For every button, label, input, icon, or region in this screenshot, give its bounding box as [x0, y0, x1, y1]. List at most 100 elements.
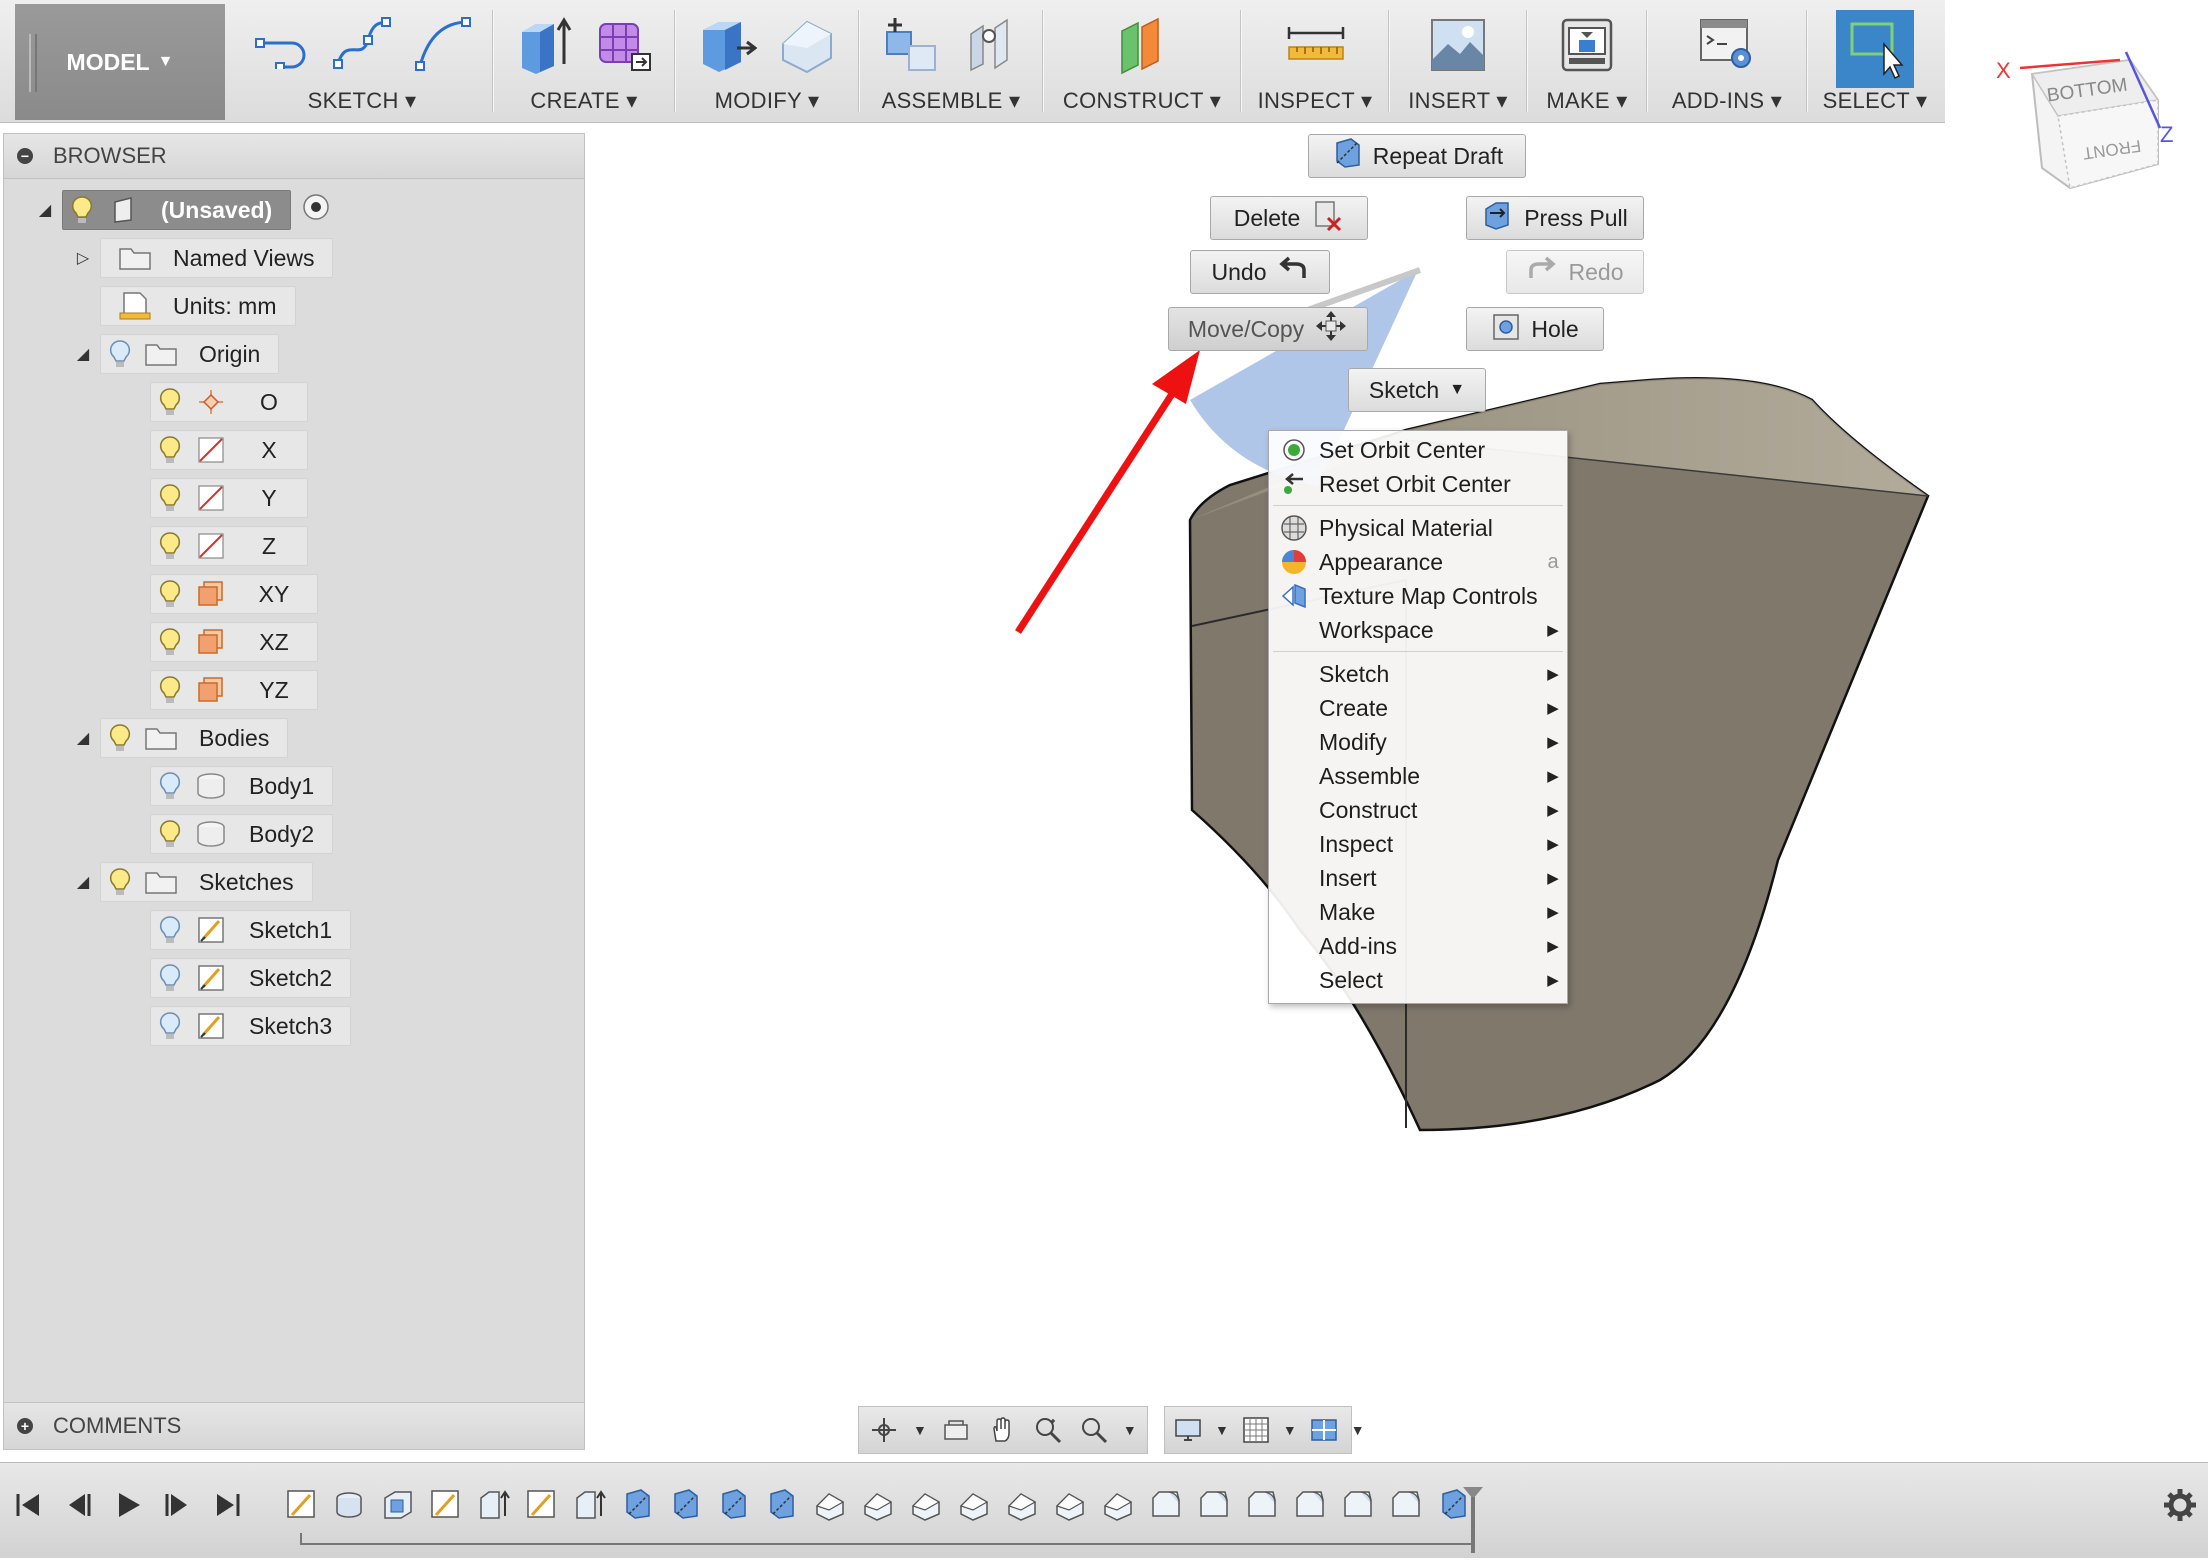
expand-icon[interactable]: + [17, 1418, 33, 1434]
collapse-icon[interactable]: − [17, 148, 33, 164]
spline-tool-icon[interactable] [332, 14, 392, 74]
press-pull-icon[interactable] [697, 14, 757, 74]
expand-triangle-icon[interactable]: ◢ [72, 344, 94, 364]
lightbulb-icon[interactable] [157, 434, 183, 466]
timeline-fillet-feature-icon[interactable] [956, 1487, 992, 1523]
chevron-down-icon[interactable]: ▼ [913, 1422, 927, 1438]
timeline-sketch-feature-icon[interactable] [524, 1487, 560, 1523]
timeline-chamfer-feature-icon[interactable] [1196, 1487, 1232, 1523]
workspace-switcher-button[interactable]: MODEL ▼ [15, 4, 225, 120]
toolbar-grip[interactable] [29, 34, 37, 92]
menu-item-inspect[interactable]: Inspect ▶ [1269, 827, 1567, 861]
orbit-icon[interactable] [867, 1413, 901, 1447]
lightbulb-icon[interactable] [157, 674, 183, 706]
new-component-icon[interactable] [881, 14, 941, 74]
tree-sketches[interactable]: ◢ Sketches [72, 862, 313, 902]
sketch-group[interactable]: SKETCH ▾ [232, 0, 492, 122]
timeline-extrude-feature-icon[interactable] [572, 1487, 608, 1523]
press-pull-button[interactable]: Press Pull [1466, 196, 1644, 240]
tree-named-views[interactable]: ▷ Named Views [72, 238, 334, 278]
timeline-revolve-feature-icon[interactable] [332, 1487, 368, 1523]
arc-tool-icon[interactable] [412, 14, 472, 74]
move-copy-button[interactable]: Move/Copy [1168, 307, 1368, 351]
timeline-settings-gear-icon[interactable] [2160, 1485, 2200, 1530]
tree-units[interactable]: Units: mm [100, 286, 296, 326]
menu-item-sketch[interactable]: Sketch ▶ [1269, 657, 1567, 691]
construct-group[interactable]: CONSTRUCT ▾ [1044, 0, 1240, 122]
comments-panel[interactable]: + COMMENTS [3, 1402, 585, 1450]
timeline-chamfer-feature-icon[interactable] [1148, 1487, 1184, 1523]
menu-item-texture-map-controls[interactable]: Texture Map Controls [1269, 579, 1567, 613]
inspect-group[interactable]: INSPECT ▾ [1242, 0, 1388, 122]
lightbulb-icon[interactable] [107, 338, 133, 370]
repeat-draft-button[interactable]: Repeat Draft [1308, 134, 1526, 178]
expand-triangle-icon[interactable]: ▷ [72, 248, 94, 268]
grid-icon[interactable] [1241, 1413, 1271, 1447]
tree-origin-plane-yz[interactable]: YZ [150, 670, 318, 710]
timeline-next-icon[interactable] [158, 1485, 198, 1525]
timeline-chamfer-feature-icon[interactable] [1340, 1487, 1376, 1523]
add-ins-group[interactable]: ADD-INS ▾ [1648, 0, 1806, 122]
lightbulb-icon[interactable] [157, 482, 183, 514]
menu-item-appearance[interactable]: Appearance a [1269, 545, 1567, 579]
lightbulb-icon[interactable] [157, 530, 183, 562]
scripts-addins-icon[interactable] [1697, 14, 1757, 74]
timeline-draft-feature-icon[interactable] [668, 1487, 704, 1523]
timeline-fillet-feature-icon[interactable] [1004, 1487, 1040, 1523]
timeline-chamfer-feature-icon[interactable] [1292, 1487, 1328, 1523]
lightbulb-icon[interactable] [69, 194, 95, 226]
tree-sketch[interactable]: Sketch1 [150, 910, 352, 950]
modify-group[interactable]: MODIFY ▾ [676, 0, 858, 122]
select-group[interactable]: SELECT ▾ [1808, 0, 1942, 122]
tree-origin-axis-y[interactable]: Y [150, 478, 308, 518]
extrude-icon[interactable] [514, 14, 574, 74]
menu-item-construct[interactable]: Construct ▶ [1269, 793, 1567, 827]
offset-plane-icon[interactable] [1112, 14, 1172, 75]
expand-triangle-icon[interactable]: ◢ [72, 872, 94, 892]
display-settings-icon[interactable] [1173, 1413, 1203, 1447]
tree-origin-point[interactable]: O [150, 382, 308, 422]
hole-button[interactable]: Hole [1466, 307, 1604, 351]
timeline-sketch-feature-icon[interactable] [284, 1487, 320, 1523]
timeline-box-feature-icon[interactable] [380, 1487, 416, 1523]
expand-triangle-icon[interactable]: ◢ [72, 728, 94, 748]
sketch-dropdown-button[interactable]: Sketch ▼ [1348, 368, 1486, 412]
insert-canvas-icon[interactable] [1428, 14, 1488, 74]
timeline-sketch-feature-icon[interactable] [428, 1487, 464, 1523]
expand-triangle-icon[interactable]: ◢ [34, 200, 56, 220]
activate-radio-icon[interactable] [301, 192, 331, 228]
lightbulb-icon[interactable] [157, 962, 183, 994]
zoom-icon[interactable] [1031, 1413, 1065, 1447]
lightbulb-icon[interactable] [157, 578, 183, 610]
menu-item-insert[interactable]: Insert ▶ [1269, 861, 1567, 895]
redo-button[interactable]: Redo [1506, 250, 1644, 294]
assemble-group[interactable]: ASSEMBLE ▾ [860, 0, 1042, 122]
viewcube[interactable]: BOTTOM FRONT X Z [1980, 38, 2180, 208]
select-tool-icon[interactable] [1836, 10, 1914, 88]
chevron-down-icon[interactable]: ▼ [1351, 1422, 1365, 1438]
tree-root[interactable]: ◢ (Unsaved) [34, 190, 331, 230]
timeline-last-icon[interactable] [208, 1485, 248, 1525]
menu-item-assemble[interactable]: Assemble ▶ [1269, 759, 1567, 793]
menu-item-reset-orbit-center[interactable]: Reset Orbit Center [1269, 467, 1567, 501]
menu-item-select[interactable]: Select ▶ [1269, 963, 1567, 997]
timeline-extrude-feature-icon[interactable] [476, 1487, 512, 1523]
menu-item-workspace[interactable]: Workspace ▶ [1269, 613, 1567, 647]
lightbulb-icon[interactable] [157, 626, 183, 658]
tree-origin-axis-x[interactable]: X [150, 430, 308, 470]
timeline-previous-icon[interactable] [58, 1485, 98, 1525]
lightbulb-icon[interactable] [157, 914, 183, 946]
tree-origin-axis-z[interactable]: Z [150, 526, 308, 566]
form-icon[interactable] [594, 14, 654, 74]
timeline-first-icon[interactable] [8, 1485, 48, 1525]
tree-origin-plane-xz[interactable]: XZ [150, 622, 318, 662]
look-at-icon[interactable] [939, 1413, 973, 1447]
lightbulb-icon[interactable] [107, 866, 133, 898]
timeline-fillet-feature-icon[interactable] [1100, 1487, 1136, 1523]
tree-sketch[interactable]: Sketch2 [150, 958, 352, 998]
viewports-icon[interactable] [1309, 1413, 1339, 1447]
insert-group[interactable]: INSERT ▾ [1390, 0, 1526, 122]
timeline-play-icon[interactable] [108, 1485, 148, 1525]
tree-body[interactable]: Body1 [150, 766, 334, 806]
create-group[interactable]: CREATE ▾ [494, 0, 674, 122]
